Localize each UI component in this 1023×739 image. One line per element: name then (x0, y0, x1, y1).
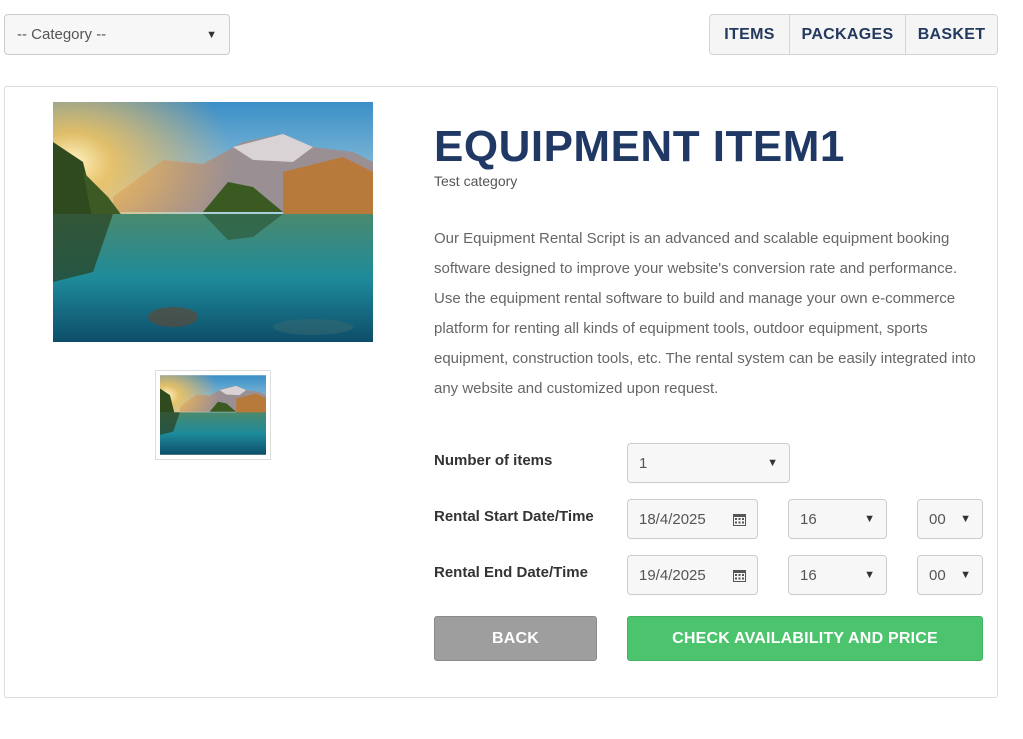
chevron-down-icon: ▼ (960, 569, 971, 581)
chevron-down-icon: ▼ (767, 457, 778, 469)
end-datetime-label: Rental End Date/Time (434, 564, 588, 581)
quantity-select[interactable]: 1 ▼ (627, 443, 790, 483)
product-category: Test category (434, 173, 518, 189)
product-title: EQUIPMENT ITEM1 (434, 122, 845, 171)
category-select[interactable]: -- Category -- ▼ (4, 14, 230, 55)
end-minute-select[interactable]: 00 ▼ (917, 555, 983, 595)
start-date-value: 18/4/2025 (639, 510, 706, 528)
product-description: Our Equipment Rental Script is an advanc… (434, 230, 976, 397)
product-thumbnail[interactable] (155, 370, 271, 460)
chevron-down-icon: ▼ (206, 28, 217, 41)
end-hour-value: 16 (800, 566, 817, 584)
start-minute-value: 00 (929, 510, 946, 528)
nav-items-button[interactable]: ITEMS (710, 15, 790, 54)
check-availability-button[interactable]: CHECK AVAILABILITY AND PRICE (627, 616, 983, 661)
chevron-down-icon: ▼ (864, 513, 875, 525)
start-hour-value: 16 (800, 510, 817, 528)
start-hour-select[interactable]: 16 ▼ (788, 499, 887, 539)
nav-packages-button[interactable]: PACKAGES (790, 15, 906, 54)
start-date-input[interactable]: 18/4/2025 (627, 499, 758, 539)
top-nav: ITEMS PACKAGES BASKET (709, 14, 998, 55)
quantity-value: 1 (639, 454, 648, 472)
back-button[interactable]: BACK (434, 616, 597, 661)
end-hour-select[interactable]: 16 ▼ (788, 555, 887, 595)
end-date-input[interactable]: 19/4/2025 (627, 555, 758, 595)
category-select-value: -- Category -- (17, 26, 107, 43)
quantity-label: Number of items (434, 452, 553, 469)
product-panel: EQUIPMENT ITEM1 Test category Our Equipm… (4, 86, 998, 698)
start-datetime-label: Rental Start Date/Time (434, 508, 594, 525)
end-date-value: 19/4/2025 (639, 566, 706, 584)
calendar-icon[interactable] (733, 513, 746, 526)
chevron-down-icon: ▼ (960, 513, 971, 525)
product-main-image[interactable] (53, 102, 373, 342)
calendar-icon[interactable] (733, 569, 746, 582)
end-minute-value: 00 (929, 566, 946, 584)
chevron-down-icon: ▼ (864, 569, 875, 581)
start-minute-select[interactable]: 00 ▼ (917, 499, 983, 539)
nav-basket-button[interactable]: BASKET (906, 15, 997, 54)
